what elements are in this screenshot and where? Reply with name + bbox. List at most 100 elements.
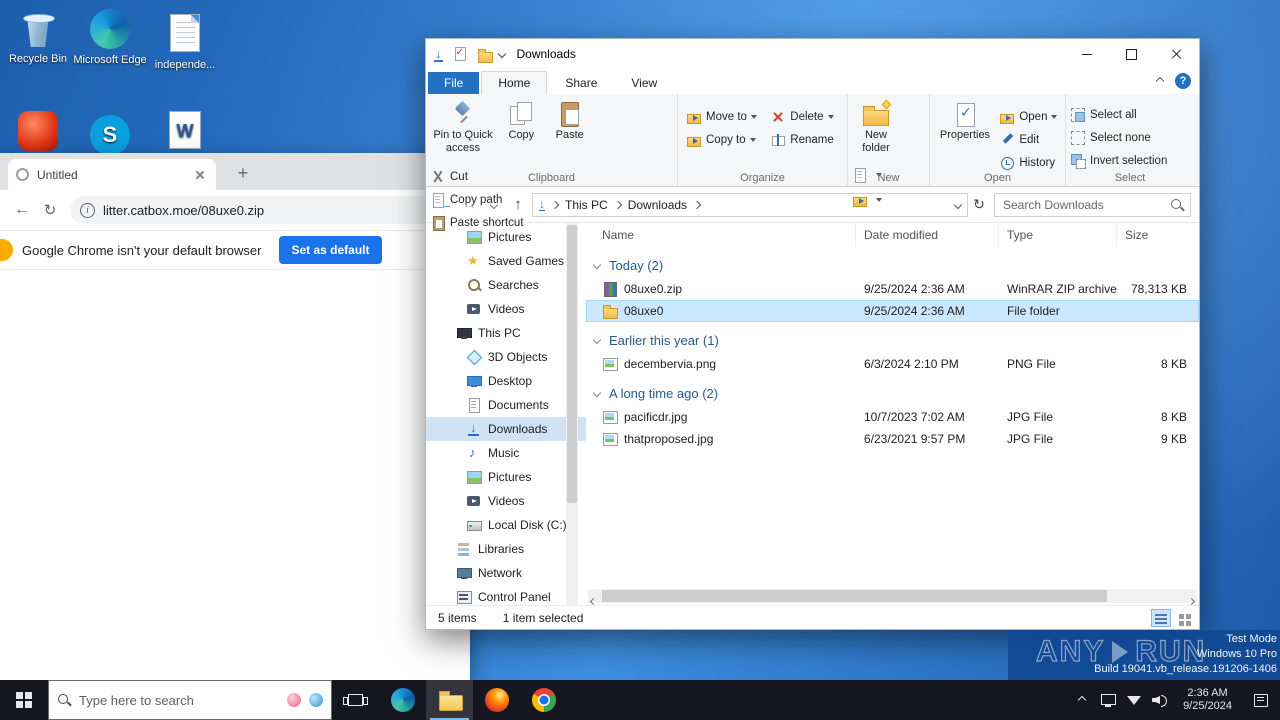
select-none-button[interactable]: Select none [1070,130,1167,146]
details-view-button[interactable] [1151,609,1171,627]
wifi-tray-button[interactable] [1121,680,1147,720]
invert-selection-button[interactable]: Invert selection [1070,153,1167,169]
copy-to-button[interactable]: Copy to [686,132,757,148]
start-button[interactable] [0,680,48,720]
column-type[interactable]: Type [999,223,1117,247]
column-name[interactable]: Name [586,223,856,247]
move-to-button[interactable]: Move to [686,109,757,125]
help-icon[interactable] [1175,73,1191,89]
edit-button[interactable]: Edit [999,132,1057,148]
scroll-right-icon[interactable] [1187,593,1196,605]
easy-access-button[interactable] [852,192,882,208]
sidebar-item-this-pc[interactable]: This PC [426,321,586,345]
taskbar-file-explorer-button[interactable] [426,680,473,720]
desktop-icon-edge[interactable]: Microsoft Edge [72,8,148,67]
collapse-ribbon-icon[interactable] [1155,76,1165,86]
chevron-down-icon[interactable] [592,260,602,270]
desktop-icon-document[interactable]: independe... [147,12,223,72]
tab-share[interactable]: Share [549,72,613,94]
tab-home[interactable]: Home [481,71,548,94]
group-header-earlier-this-year[interactable]: Earlier this year (1) [586,327,1199,353]
action-center-button[interactable] [1242,680,1280,720]
volume-tray-button[interactable] [1147,680,1173,720]
new-tab-button[interactable] [232,162,254,184]
desktop-icon-recycle-bin[interactable]: Recycle Bin [0,8,76,66]
qat-new-folder-icon[interactable] [477,47,493,63]
address-dropdown-icon[interactable] [953,200,963,209]
taskbar-firefox-button[interactable] [473,680,520,720]
rename-button[interactable]: Rename [770,132,834,148]
sidebar-item-videos[interactable]: Videos [426,297,586,321]
copy-button[interactable]: Copy [499,98,543,145]
file-row-png[interactable]: decembervia.png 6/3/2024 2:10 PM PNG Fil… [586,353,1199,375]
sidebar-item-downloads[interactable]: Downloads [426,417,586,441]
sidebar-item-local-disk[interactable]: Local Disk (C:) [426,513,586,537]
history-button[interactable]: History [999,155,1057,171]
sidebar-item-documents[interactable]: Documents [426,393,586,417]
sidebar-item-pictures[interactable]: Pictures [426,225,586,249]
sidebar-item-control-panel[interactable]: Control Panel [426,585,586,605]
sidebar-item-music[interactable]: Music [426,441,586,465]
breadcrumb-this-pc[interactable]: This PC [565,198,608,212]
tab-file[interactable]: File [428,72,480,94]
hidden-icons-button[interactable] [1069,680,1095,720]
tab-view[interactable]: View [615,72,673,94]
desktop-icon-red-app[interactable] [0,110,76,156]
qat-customize-icon[interactable] [497,49,506,59]
sidebar-item-libraries[interactable]: Libraries [426,537,586,561]
sidebar-item-searches[interactable]: Searches [426,273,586,297]
copy-path-button[interactable]: Copy path [430,192,524,208]
taskbar-search-input[interactable] [79,692,279,708]
file-row-jpg-2[interactable]: thatproposed.jpg 6/23/2021 9:57 PM JPG F… [586,428,1199,450]
pin-to-quick-access-button[interactable]: Pin to Quick access [430,98,496,158]
sidebar-item-desktop[interactable]: Desktop [426,369,586,393]
search-icon[interactable] [1170,198,1184,212]
taskbar-search-box[interactable] [48,680,332,720]
breadcrumb-chevron-icon[interactable] [692,200,702,209]
file-row-jpg-1[interactable]: pacificdr.jpg 10/7/2023 7:02 AM JPG File… [586,406,1199,428]
column-date-modified[interactable]: Date modified [856,223,999,247]
group-header-a-long-time-ago[interactable]: A long time ago (2) [586,380,1199,406]
breadcrumb-chevron-icon[interactable] [613,200,622,209]
taskbar-edge-button[interactable] [379,680,426,720]
tab-close-icon[interactable] [192,167,208,183]
taskbar-clock[interactable]: 2:36 AM 9/25/2024 [1173,687,1242,713]
sidebar-item-videos-2[interactable]: Videos [426,489,586,513]
qat-properties-icon[interactable] [453,47,467,61]
horizontal-scrollbar[interactable] [588,589,1197,605]
network-tray-button[interactable] [1095,680,1121,720]
file-row-zip[interactable]: 08uxe0.zip 9/25/2024 2:36 AM WinRAR ZIP … [586,278,1199,300]
file-row-folder-selected[interactable]: 08uxe0 9/25/2024 2:36 AM File folder [586,300,1199,322]
refresh-icon[interactable] [968,196,990,213]
address-bar[interactable]: litter.catbox.moe/08uxe0.zip [70,196,462,224]
desktop-icon-word[interactable] [147,110,223,156]
group-header-today[interactable]: Today (2) [586,252,1199,278]
breadcrumb-downloads[interactable]: Downloads [628,198,687,212]
chrome-tab[interactable]: Untitled [8,159,216,190]
select-all-button[interactable]: Select all [1070,107,1167,123]
sidebar-item-saved-games[interactable]: Saved Games [426,249,586,273]
sidebar-item-network[interactable]: Network [426,561,586,585]
search-box[interactable] [994,192,1191,217]
scroll-left-icon[interactable] [589,593,598,605]
taskbar-chrome-button[interactable] [520,680,567,720]
scrollbar-thumb[interactable] [567,225,577,503]
column-size[interactable]: Size [1117,223,1199,247]
close-button[interactable] [1154,39,1199,69]
new-folder-button[interactable]: New folder [852,98,900,158]
back-icon[interactable] [8,196,36,224]
reload-icon[interactable] [36,196,64,224]
scrollbar-thumb[interactable] [602,590,1107,602]
paste-button[interactable]: Paste [547,98,593,145]
breadcrumb[interactable]: This PC Downloads [532,192,968,217]
breadcrumb-chevron-icon[interactable] [550,200,560,209]
maximize-button[interactable] [1109,39,1154,69]
set-as-default-button[interactable]: Set as default [279,236,382,264]
thumbnails-view-button[interactable] [1174,609,1194,627]
minimize-button[interactable] [1064,39,1109,69]
nav-scrollbar[interactable] [566,223,578,605]
search-input[interactable] [1003,197,1170,212]
properties-button[interactable]: Properties [934,98,996,145]
sidebar-item-pictures-2[interactable]: Pictures [426,465,586,489]
page-info-icon[interactable] [80,202,95,218]
